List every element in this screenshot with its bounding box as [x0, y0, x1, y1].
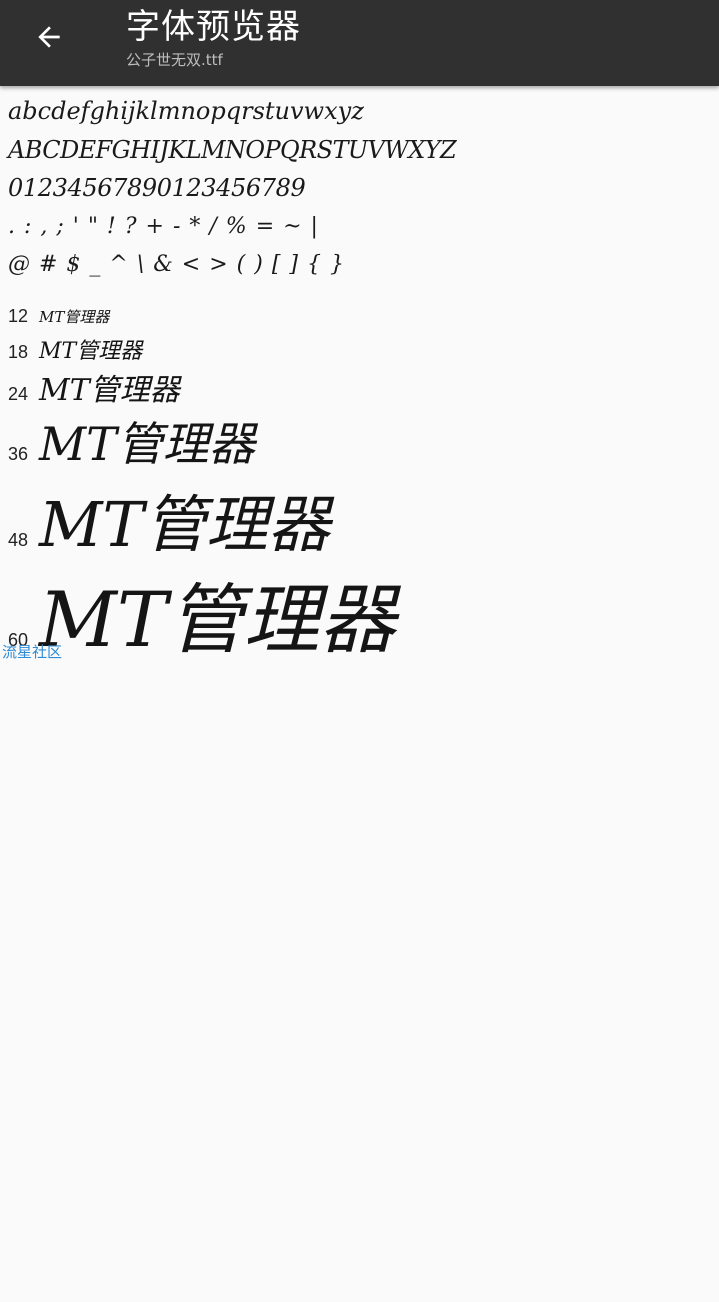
- size-sample: MT管理器: [39, 575, 396, 664]
- size-label: 24: [8, 384, 29, 404]
- size-row-12: 12 MT管理器: [8, 306, 109, 327]
- size-sample: MT管理器: [39, 373, 180, 408]
- font-file-name: 公子世无双.ttf: [126, 51, 223, 69]
- size-label: 12: [8, 306, 29, 326]
- size-label: 18: [8, 342, 29, 362]
- punctuation-preview-2: @ # $ _ ^ \ & < > ( ) [ ] { }: [8, 252, 345, 277]
- back-button[interactable]: [22, 14, 76, 60]
- size-row-24: 24 MT管理器: [8, 365, 180, 409]
- arrow-left-icon: [38, 26, 60, 48]
- size-row-48: 48 MT管理器: [8, 474, 330, 564]
- uppercase-preview: ABCDEFGHIJKLMNOPQRSTUVWXYZ: [8, 136, 457, 164]
- size-label: 36: [8, 444, 29, 464]
- size-row-36: 36 MT管理器: [8, 408, 255, 474]
- digits-preview: 01234567890123456789: [8, 174, 306, 202]
- size-sample: MT管理器: [39, 339, 143, 364]
- size-row-60: 60 MT管理器: [8, 558, 396, 668]
- watermark-text: 流星社区: [2, 643, 63, 661]
- punctuation-preview-1: . : , ; ' " ! ? + - * / % = ~ |: [8, 214, 319, 239]
- size-row-18: 18 MT管理器: [8, 333, 142, 365]
- size-sample: MT管理器: [39, 417, 255, 471]
- lowercase-preview: abcdefghijklmnopqrstuvwxyz: [8, 97, 364, 125]
- page-title: 字体预览器: [126, 7, 301, 47]
- size-sample: MT管理器: [39, 488, 330, 561]
- app-toolbar: 字体预览器 公子世无双.ttf: [0, 0, 719, 86]
- size-sample: MT管理器: [39, 308, 110, 326]
- size-label: 48: [8, 530, 29, 550]
